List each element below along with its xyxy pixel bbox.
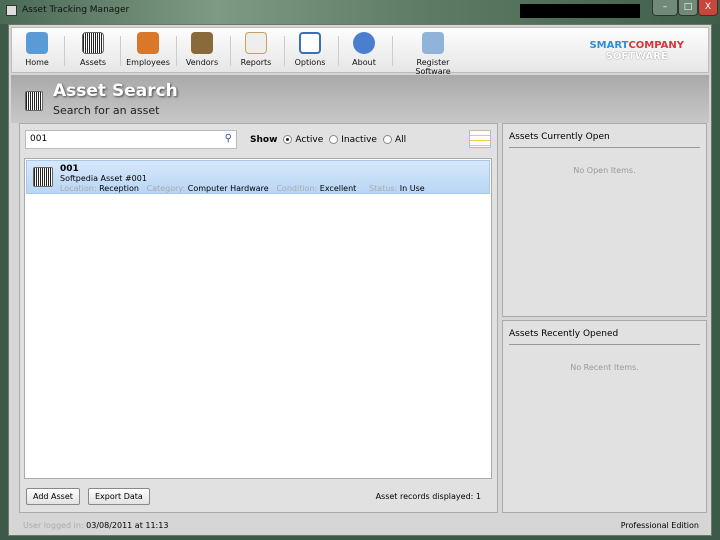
meta-label: Category:: [146, 184, 186, 193]
status-bar: User logged in: 03/08/2011 at 11:13 Prof…: [9, 517, 711, 535]
radio-active[interactable]: Active: [283, 135, 323, 145]
toolbar-label: Employees: [126, 58, 170, 67]
radio-label: All: [394, 135, 407, 145]
radio-inactive[interactable]: Inactive: [329, 135, 377, 145]
radio-icon: [329, 135, 339, 144]
toolbar-reports[interactable]: Reports: [238, 32, 274, 67]
divider: [392, 36, 393, 66]
divider: [64, 36, 65, 66]
meta-value: Computer Hardware: [187, 184, 269, 193]
barcode-icon: [33, 167, 53, 187]
info-icon: [353, 32, 375, 54]
panel-title: Assets Currently Open: [509, 132, 700, 148]
meta-label: Location:: [60, 184, 97, 193]
export-data-button[interactable]: Export Data: [88, 488, 150, 505]
toolbar-label: Register Software: [415, 58, 451, 76]
vendors-icon: [191, 32, 213, 54]
search-icon[interactable]: ⚲: [225, 133, 232, 144]
record-count: Asset records displayed: 1: [375, 492, 481, 501]
toolbar-label: About: [352, 58, 376, 67]
divider: [284, 36, 285, 66]
radio-all[interactable]: All: [382, 135, 407, 145]
toolbar-assets[interactable]: Assets: [74, 32, 112, 67]
meta-value: Reception: [99, 184, 139, 193]
edition-label: Professional Edition: [620, 521, 699, 530]
radio-icon: [382, 135, 392, 144]
asset-name: Softpedia Asset #001: [60, 174, 147, 183]
toolbar-label: Reports: [240, 58, 272, 67]
toolbar-home[interactable]: Home: [22, 32, 52, 67]
page-subtitle: Search for an asset: [53, 104, 160, 117]
barcode-icon: [25, 91, 43, 111]
show-filter: Show Active Inactive All: [250, 135, 406, 145]
search-input[interactable]: 001 ⚲: [25, 130, 237, 149]
register-icon: [422, 32, 444, 54]
app-window: Home Assets Employees Vendors Reports Op…: [8, 24, 712, 536]
app-icon: [6, 5, 17, 16]
title-bar: Asset Tracking Manager – □ X: [0, 0, 720, 24]
barcode-icon: [82, 32, 104, 54]
radio-icon: [283, 135, 293, 144]
toolbar-vendors[interactable]: Vendors: [184, 32, 220, 67]
page-title: Asset Search: [53, 81, 178, 101]
logo-text: COMPANY: [628, 40, 684, 51]
meta-label: Status:: [369, 184, 398, 193]
empty-text: No Open Items.: [573, 166, 636, 175]
toolbar-register-software[interactable]: Register Software: [400, 32, 466, 76]
minimize-button[interactable]: –: [652, 0, 678, 16]
assets-recent-panel: Assets Recently Opened No Recent Items.: [502, 320, 707, 513]
search-value: 001: [30, 134, 48, 144]
logo-text: SOFTWARE: [605, 51, 668, 62]
redacted-area: [520, 4, 640, 18]
status-value: 03/08/2011 at 11:13: [86, 521, 169, 530]
grid-view-button[interactable]: [469, 130, 491, 148]
home-icon: [26, 32, 48, 54]
reports-icon: [245, 32, 267, 54]
toolbar-label: Home: [25, 58, 49, 67]
asset-code: 001: [60, 164, 79, 174]
toolbar-label: Assets: [79, 58, 107, 67]
divider: [338, 36, 339, 66]
divider: [176, 36, 177, 66]
close-button[interactable]: X: [698, 0, 718, 16]
divider: [230, 36, 231, 66]
maximize-button[interactable]: □: [678, 0, 698, 16]
meta-value: In Use: [399, 184, 425, 193]
toolbar-employees[interactable]: Employees: [126, 32, 170, 67]
add-asset-button[interactable]: Add Asset: [26, 488, 80, 505]
employees-icon: [137, 32, 159, 54]
toolbar-label: Vendors: [185, 58, 219, 67]
divider: [120, 36, 121, 66]
assets-open-panel: Assets Currently Open No Open Items.: [502, 123, 707, 317]
toolbar-label: Options: [294, 58, 326, 67]
window-title: Asset Tracking Manager: [22, 5, 130, 15]
toolbar: Home Assets Employees Vendors Reports Op…: [11, 27, 709, 76]
search-panel: 001 ⚲ Show Active Inactive All 001 Softpe…: [19, 123, 498, 513]
page-header: Asset Search Search for an asset: [11, 75, 709, 123]
meta-value: Excellent: [319, 184, 357, 193]
status-label: User logged in:: [23, 521, 84, 530]
checklist-icon: [299, 32, 321, 54]
radio-label: Inactive: [341, 135, 377, 145]
panel-title: Assets Recently Opened: [509, 329, 700, 345]
toolbar-options[interactable]: Options: [292, 32, 328, 67]
show-label: Show: [250, 135, 278, 145]
radio-label: Active: [295, 135, 324, 145]
asset-meta: Location: Reception Category: Computer H…: [60, 184, 425, 193]
toolbar-about[interactable]: About: [348, 32, 380, 67]
meta-label: Condition:: [276, 184, 318, 193]
empty-text: No Recent Items.: [570, 363, 639, 372]
company-logo: SMARTCOMPANY SOFTWARE: [589, 40, 684, 62]
list-item[interactable]: 001 Softpedia Asset #001 Location: Recep…: [26, 160, 490, 194]
results-list: 001 Softpedia Asset #001 Location: Recep…: [24, 158, 492, 479]
logo-text: SMART: [589, 40, 629, 51]
